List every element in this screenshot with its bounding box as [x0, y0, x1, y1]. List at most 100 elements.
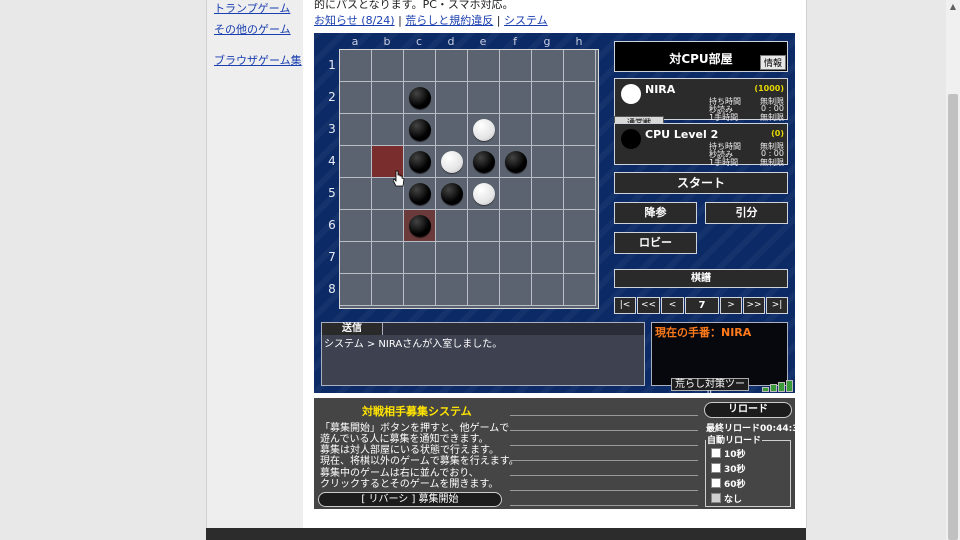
reload-button[interactable]: リロード	[704, 402, 792, 418]
board-cell[interactable]	[340, 50, 372, 82]
system-link[interactable]: システム	[504, 14, 548, 27]
nav-link-card-games[interactable]: トランプゲーム	[214, 0, 290, 16]
next-move-button[interactable]: >	[720, 297, 742, 314]
last-move-button[interactable]: >|	[766, 297, 788, 314]
board-cell[interactable]	[500, 114, 532, 146]
player-rating: (0)	[771, 129, 784, 138]
auto-reload-60s-checkbox[interactable]	[711, 478, 721, 488]
reversi-board[interactable]	[339, 49, 599, 309]
board-cell[interactable]	[372, 274, 404, 306]
board-cell[interactable]	[532, 82, 564, 114]
board-cell[interactable]	[532, 178, 564, 210]
board-cell[interactable]	[436, 50, 468, 82]
resign-button[interactable]: 降参	[614, 202, 697, 224]
board-cell[interactable]	[500, 242, 532, 274]
board-cell[interactable]	[532, 146, 564, 178]
scroll-thumb[interactable]	[948, 94, 958, 540]
board-cell[interactable]	[500, 50, 532, 82]
board-cell[interactable]	[468, 50, 500, 82]
nav-link-other-games[interactable]: その他のゲーム	[214, 21, 291, 37]
signal-bars-icon	[762, 380, 794, 392]
white-stone	[473, 183, 495, 205]
fast-forward-button[interactable]: >>	[743, 297, 765, 314]
board-cell[interactable]	[532, 274, 564, 306]
board-cell[interactable]	[372, 82, 404, 114]
left-nav-column: トランプゲーム その他のゲーム ブラウザゲーム集	[206, 0, 304, 528]
recruit-list-row[interactable]	[510, 460, 698, 461]
board-cell[interactable]	[468, 82, 500, 114]
player-panel-2: CPU Level 2 (0) 持ち時間 秒読み 1手時間 無制限 0 : 00…	[614, 123, 788, 167]
start-button[interactable]: スタート	[614, 172, 788, 194]
board-cell[interactable]	[340, 210, 372, 242]
column-label: g	[543, 35, 551, 48]
board-cell[interactable]	[532, 242, 564, 274]
draw-button[interactable]: 引分	[705, 202, 788, 224]
recruit-list-row[interactable]	[510, 415, 698, 416]
board-cell[interactable]	[564, 274, 596, 306]
board-cell[interactable]	[436, 210, 468, 242]
rewind-button[interactable]: <<	[637, 297, 660, 314]
board-cell[interactable]	[340, 178, 372, 210]
auto-reload-none-checkbox[interactable]	[711, 493, 721, 503]
board-cell[interactable]	[500, 178, 532, 210]
board-cell[interactable]	[372, 242, 404, 274]
board-cell[interactable]	[436, 274, 468, 306]
board-cell[interactable]	[404, 274, 436, 306]
recruit-start-button[interactable]: [ リバーシ ] 募集開始	[318, 492, 502, 507]
board-cell[interactable]	[564, 82, 596, 114]
board-cell[interactable]	[468, 210, 500, 242]
first-move-button[interactable]: |<	[614, 297, 636, 314]
kifu-button[interactable]: 棋譜	[614, 269, 788, 288]
board-cell[interactable]	[564, 242, 596, 274]
board-cell[interactable]	[436, 114, 468, 146]
auto-reload-option-label: 30秒	[724, 465, 746, 475]
recruit-list-row[interactable]	[510, 505, 698, 506]
board-cell[interactable]	[404, 242, 436, 274]
current-turn-text: 現在の手番：NIRA	[655, 326, 752, 339]
board-cell[interactable]	[564, 114, 596, 146]
board-cell[interactable]	[500, 82, 532, 114]
recruit-list-row[interactable]	[510, 430, 698, 431]
page-footer	[206, 528, 806, 540]
board-cell[interactable]	[532, 210, 564, 242]
room-info-button[interactable]: 情報	[759, 55, 786, 70]
board-cell[interactable]	[436, 82, 468, 114]
board-cell[interactable]	[468, 242, 500, 274]
auto-reload-10s-checkbox[interactable]	[711, 448, 721, 458]
board-cell[interactable]	[340, 274, 372, 306]
nav-link-browser-games[interactable]: ブラウザゲーム集	[214, 52, 302, 68]
auto-reload-label: 自動リロード	[706, 433, 763, 446]
board-cell[interactable]	[500, 210, 532, 242]
prev-move-button[interactable]: <	[661, 297, 684, 314]
board-cell[interactable]	[564, 146, 596, 178]
board-cell[interactable]	[372, 50, 404, 82]
board-cell[interactable]	[404, 50, 436, 82]
recruit-list-row[interactable]	[510, 475, 698, 476]
board-cell[interactable]	[340, 114, 372, 146]
recruit-list-row[interactable]	[510, 445, 698, 446]
board-cell[interactable]	[564, 50, 596, 82]
anti-troll-tool-button[interactable]: 荒らし対策ツール	[671, 378, 749, 401]
recruit-title: 対戦相手募集システム	[362, 405, 472, 418]
board-cell[interactable]	[532, 114, 564, 146]
send-button[interactable]: 送信	[322, 323, 383, 335]
lobby-button[interactable]: ロビー	[614, 232, 697, 254]
news-link[interactable]: お知らせ (8/24)	[314, 14, 395, 27]
scroll-up-arrow-icon[interactable]: ▲	[946, 0, 960, 14]
board-cell[interactable]	[372, 114, 404, 146]
board-cell[interactable]	[340, 82, 372, 114]
board-cell[interactable]	[564, 178, 596, 210]
board-cell[interactable]	[340, 146, 372, 178]
auto-reload-30s-checkbox[interactable]	[711, 463, 721, 473]
board-cell[interactable]	[500, 274, 532, 306]
recruit-list-row[interactable]	[510, 490, 698, 491]
board-cell[interactable]	[372, 210, 404, 242]
board-cell[interactable]	[436, 242, 468, 274]
board-cell[interactable]	[532, 50, 564, 82]
rules-link[interactable]: 荒らしと規約違反	[405, 14, 493, 27]
player-rating: (1000)	[754, 84, 784, 93]
board-cell[interactable]	[564, 210, 596, 242]
row-label: 4	[328, 154, 336, 168]
board-cell[interactable]	[468, 274, 500, 306]
board-cell[interactable]	[340, 242, 372, 274]
